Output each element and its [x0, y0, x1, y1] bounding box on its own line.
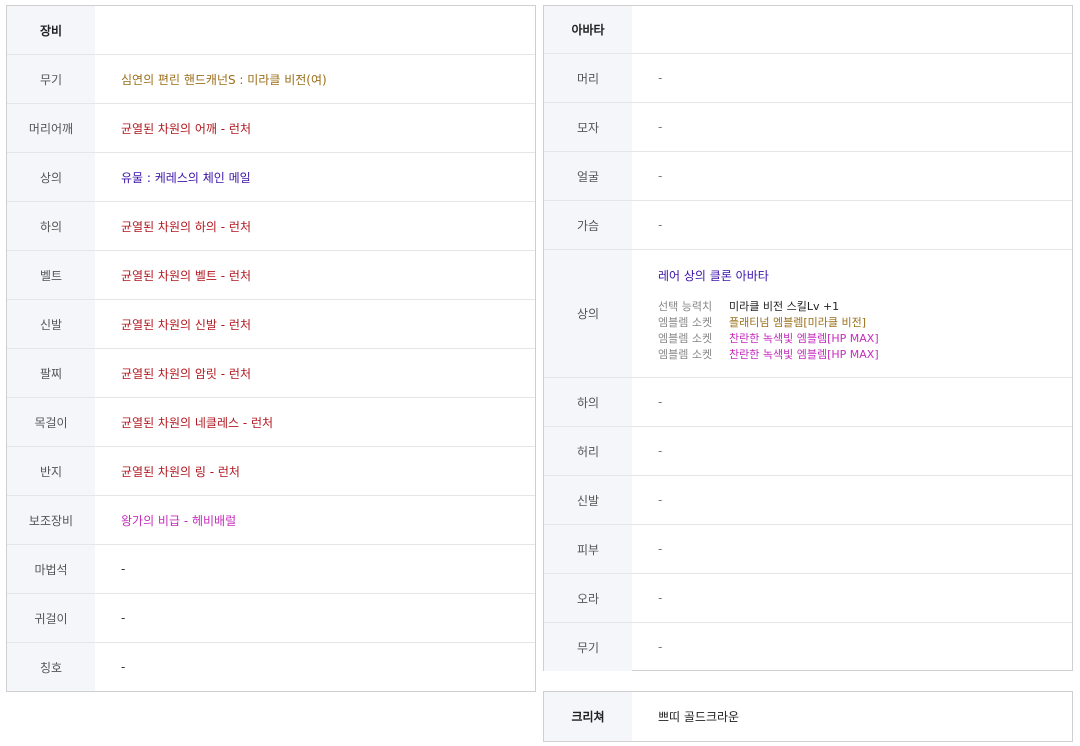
item-empty: - — [121, 660, 126, 674]
slot-label: 허리 — [544, 427, 632, 475]
equipment-row-shoulder: 머리어깨 균열된 차원의 어깨 - 런처 — [7, 103, 535, 152]
equipment-row-belt: 벨트 균열된 차원의 벨트 - 런처 — [7, 250, 535, 299]
equipment-header: 장비 — [7, 6, 95, 54]
avatar-row-hat: 모자 - — [544, 102, 1072, 151]
avatar-row-bottom: 하의 - — [544, 377, 1072, 426]
item-name-link[interactable]: 균열된 차원의 네클레스 - 런처 — [121, 414, 273, 431]
equipment-row-ring: 반지 균열된 차원의 링 - 런처 — [7, 446, 535, 495]
item-empty: - — [658, 640, 663, 654]
avatar-header-value — [632, 6, 1072, 53]
equipment-row-support: 보조장비 왕가의 비급 - 헤비배럴 — [7, 495, 535, 544]
avatar-header: 아바타 — [544, 6, 632, 53]
avatar-row-chest: 가슴 - — [544, 200, 1072, 249]
item-name-link[interactable]: 왕가의 비급 - 헤비배럴 — [121, 512, 236, 529]
slot-label: 팔찌 — [7, 349, 95, 397]
item-empty: - — [658, 120, 663, 134]
slot-label: 칭호 — [7, 643, 95, 691]
equipment-row-earring: 귀걸이 - — [7, 593, 535, 642]
slot-label: 마법석 — [7, 545, 95, 593]
slot-label: 무기 — [7, 55, 95, 103]
item-empty: - — [658, 169, 663, 183]
slot-label: 머리어깨 — [7, 104, 95, 152]
slot-label: 피부 — [544, 525, 632, 573]
detail-line: 선택 능력치 미라클 비전 스킬Lv +1 — [658, 299, 879, 315]
detail-value: 플래티넘 엠블렘[미라클 비전] — [729, 315, 867, 329]
slot-label: 귀걸이 — [7, 594, 95, 642]
equipment-row-necklace: 목걸이 균열된 차원의 네클레스 - 런처 — [7, 397, 535, 446]
avatar-row-waist: 허리 - — [544, 426, 1072, 475]
avatar-row-face: 얼굴 - — [544, 151, 1072, 200]
slot-label: 벨트 — [7, 251, 95, 299]
item-name-link[interactable]: 유물 : 케레스의 체인 메일 — [121, 169, 251, 186]
slot-label: 보조장비 — [7, 496, 95, 544]
avatar-row-weapon: 무기 - — [544, 622, 1072, 671]
avatar-top-detail: 레어 상의 클론 아바타 선택 능력치 미라클 비전 스킬Lv +1 엠블렘 소… — [658, 265, 879, 363]
equipment-row-magicstone: 마법석 - — [7, 544, 535, 593]
detail-key: 엠블렘 소켓 — [658, 347, 713, 361]
avatar-panel: 아바타 머리 - 모자 - 얼굴 - 가슴 - 상의 레어 상의 클론 아바타 … — [543, 5, 1073, 671]
equipment-panel: 장비 무기 심연의 편린 핸드캐넌S : 미라클 비전(여) 머리어깨 균열된 … — [6, 5, 536, 692]
equipment-row-top: 상의 유물 : 케레스의 체인 메일 — [7, 152, 535, 201]
item-name-link[interactable]: 균열된 차원의 암릿 - 런처 — [121, 365, 251, 382]
slot-label: 상의 — [7, 153, 95, 201]
slot-label: 하의 — [7, 202, 95, 250]
slot-label: 무기 — [544, 623, 632, 671]
detail-value: 찬란한 녹색빛 엠블렘[HP MAX] — [729, 347, 879, 361]
slot-label: 반지 — [7, 447, 95, 495]
detail-key: 엠블렘 소켓 — [658, 315, 713, 329]
item-empty: - — [658, 395, 663, 409]
creature-header: 크리쳐 — [544, 692, 632, 741]
detail-line: 엠블렘 소켓 찬란한 녹색빛 엠블렘[HP MAX] — [658, 347, 879, 363]
detail-value: 찬란한 녹색빛 엠블렘[HP MAX] — [729, 331, 879, 345]
creature-name-link[interactable]: 쁘띠 골드크라운 — [658, 708, 739, 725]
item-empty: - — [658, 71, 663, 85]
slot-label: 상의 — [544, 250, 632, 377]
equipment-row-title: 칭호 - — [7, 642, 535, 691]
item-empty: - — [658, 218, 663, 232]
equipment-header-value — [95, 6, 535, 54]
creature-panel: 크리쳐 쁘띠 골드크라운 — [543, 691, 1073, 742]
slot-label: 모자 — [544, 103, 632, 151]
avatar-row-hair: 머리 - — [544, 53, 1072, 102]
item-name-link[interactable]: 균열된 차원의 신발 - 런처 — [121, 316, 251, 333]
slot-label: 가슴 — [544, 201, 632, 249]
item-empty: - — [658, 591, 663, 605]
equipment-row-shoes: 신발 균열된 차원의 신발 - 런처 — [7, 299, 535, 348]
detail-key: 엠블렘 소켓 — [658, 331, 713, 345]
avatar-row-skin: 피부 - — [544, 524, 1072, 573]
slot-label: 얼굴 — [544, 152, 632, 200]
slot-label: 하의 — [544, 378, 632, 426]
detail-line: 엠블렘 소켓 플래티넘 엠블렘[미라클 비전] — [658, 315, 879, 331]
slot-label: 머리 — [544, 54, 632, 102]
equipment-header-row: 장비 — [7, 6, 535, 54]
avatar-row-top: 상의 레어 상의 클론 아바타 선택 능력치 미라클 비전 스킬Lv +1 엠블… — [544, 249, 1072, 377]
slot-label: 신발 — [544, 476, 632, 524]
item-name-link[interactable]: 심연의 편린 핸드캐넌S : 미라클 비전(여) — [121, 71, 327, 88]
item-empty: - — [121, 562, 126, 576]
equipment-row-weapon: 무기 심연의 편린 핸드캐넌S : 미라클 비전(여) — [7, 54, 535, 103]
item-empty: - — [658, 493, 663, 507]
detail-line: 엠블렘 소켓 찬란한 녹색빛 엠블렘[HP MAX] — [658, 331, 879, 347]
item-name-link[interactable]: 균열된 차원의 하의 - 런처 — [121, 218, 251, 235]
item-name-link[interactable]: 레어 상의 클론 아바타 — [658, 267, 879, 284]
detail-value: 미라클 비전 스킬Lv +1 — [729, 299, 840, 313]
slot-label: 오라 — [544, 574, 632, 622]
avatar-row-shoes: 신발 - — [544, 475, 1072, 524]
slot-label: 신발 — [7, 300, 95, 348]
item-name-link[interactable]: 균열된 차원의 링 - 런처 — [121, 463, 240, 480]
creature-row: 크리쳐 쁘띠 골드크라운 — [544, 692, 1072, 741]
avatar-row-aura: 오라 - — [544, 573, 1072, 622]
item-empty: - — [658, 542, 663, 556]
detail-key: 선택 능력치 — [658, 299, 713, 313]
item-empty: - — [121, 611, 126, 625]
avatar-header-row: 아바타 — [544, 6, 1072, 53]
slot-label: 목걸이 — [7, 398, 95, 446]
equipment-row-bracelet: 팔찌 균열된 차원의 암릿 - 런처 — [7, 348, 535, 397]
item-name-link[interactable]: 균열된 차원의 어깨 - 런처 — [121, 120, 251, 137]
item-empty: - — [658, 444, 663, 458]
item-name-link[interactable]: 균열된 차원의 벨트 - 런처 — [121, 267, 251, 284]
equipment-row-bottom: 하의 균열된 차원의 하의 - 런처 — [7, 201, 535, 250]
